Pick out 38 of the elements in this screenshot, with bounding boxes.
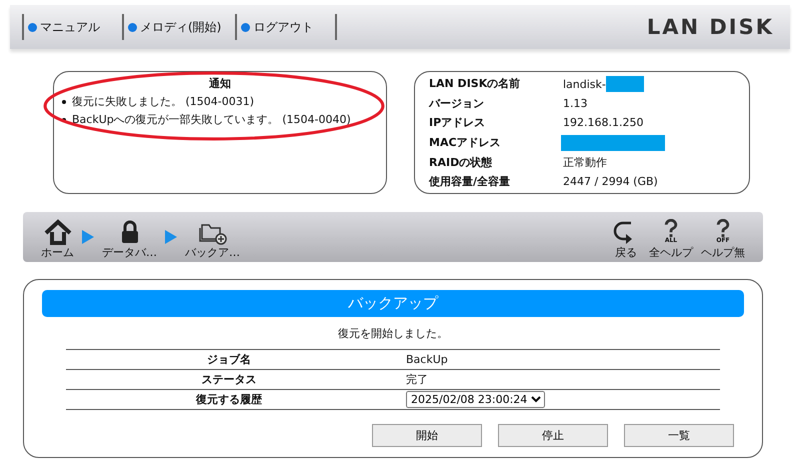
row-label: ステータス (200, 372, 258, 387)
notice-title: 通知 (208, 76, 232, 91)
history-select[interactable]: 2025/02/08 23:00:24 (406, 391, 545, 408)
action-button[interactable]: 開始 (372, 424, 482, 447)
action-button[interactable]: 停止 (498, 424, 608, 447)
arrow-right-icon (82, 230, 94, 244)
status-message: 復元を開始しました。 (337, 326, 449, 341)
header-link[interactable]: ログアウト (237, 18, 336, 36)
info-value: landisk- (563, 78, 606, 91)
row-value: BackUp (406, 353, 448, 366)
info-label: LAN DISKの名前 (429, 76, 522, 92)
notice-item: BackUpへの復元が一部失敗しています。 (1504-0040) (72, 112, 351, 128)
notice-item: 復元に失敗しました。 (1504-0031) (72, 94, 254, 110)
info-value: 2447 / 2994 (GB) (563, 174, 658, 188)
header-link[interactable]: メロディ(開始) (124, 18, 236, 36)
action-button[interactable]: 一覧 (624, 424, 734, 447)
panel-title: バックアップ (42, 290, 744, 317)
arrow-right-icon (165, 230, 177, 244)
info-value: 192.168.1.250 (563, 116, 644, 130)
row-value: 完了 (406, 373, 428, 386)
toolbar-button[interactable]: データバ… (102, 219, 157, 260)
info-label: IPアドレス (429, 115, 486, 130)
info-label: RAIDの状態 (429, 154, 494, 170)
home-icon (42, 219, 72, 245)
row-label: ジョブ名 (206, 352, 252, 367)
toolbar-button[interactable]: バックア… (185, 219, 240, 260)
info-label: バージョン (429, 96, 485, 112)
info-label: 使用容量/全容量 (429, 174, 512, 189)
header-link[interactable]: マニュアル (24, 18, 122, 36)
logo: LAN DISK (646, 15, 775, 39)
row-label: 復元する履歴 (194, 392, 263, 407)
toolbar-button[interactable]: 戻る (611, 219, 641, 260)
info-value: 正常動作 (563, 154, 607, 170)
bullet-icon (62, 100, 66, 104)
info-value: 1.13 (563, 97, 588, 110)
info-label: MACアドレス (429, 134, 502, 151)
toolbar-button[interactable]: ホーム (41, 219, 74, 260)
bullet-icon (62, 118, 66, 122)
